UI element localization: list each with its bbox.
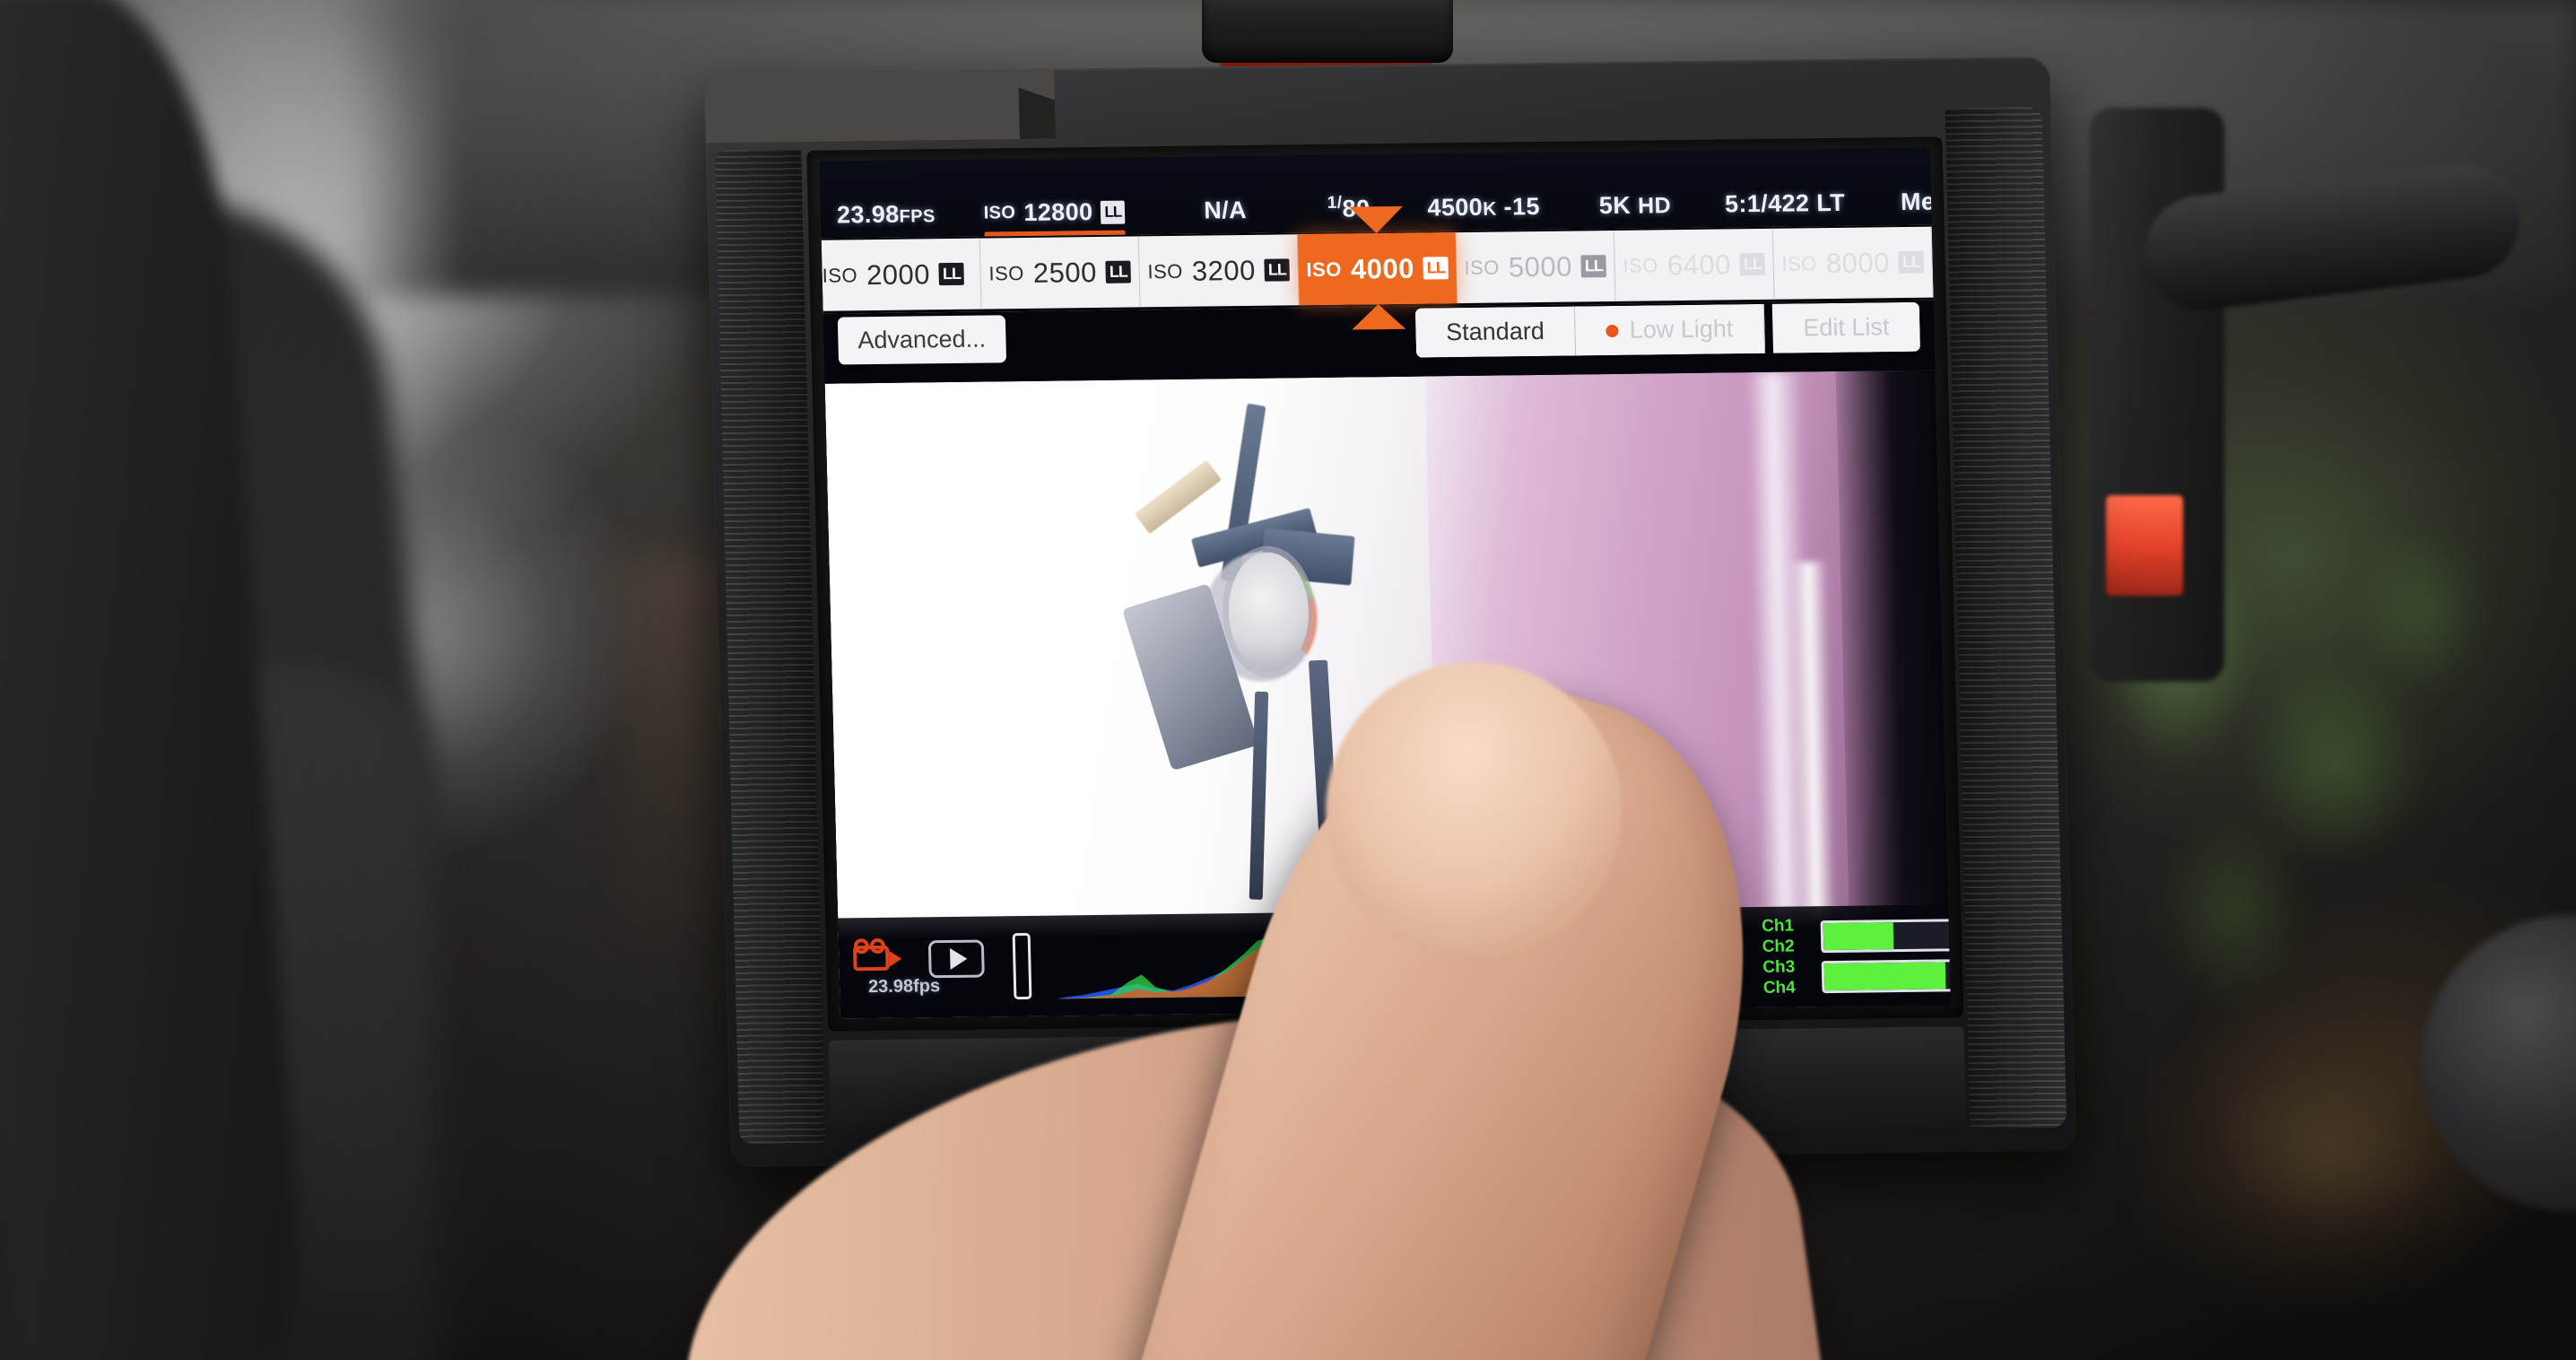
- status-iso-value: 12800: [1023, 198, 1093, 226]
- status-iso-prefix: ISO: [983, 203, 1016, 223]
- iso-option-3200[interactable]: ISO 3200 LL: [1138, 234, 1300, 308]
- iso-option-value: 8000: [1825, 246, 1891, 279]
- iso-option-value: 2000: [866, 257, 931, 291]
- status-fps-value: 23.98: [836, 200, 900, 229]
- playback-button[interactable]: [927, 939, 985, 979]
- edit-list-button[interactable]: Edit List: [1771, 301, 1921, 353]
- iso-option-4000-selected[interactable]: ISO 4000 LL: [1297, 205, 1458, 330]
- channel-label-ch1: Ch1: [1761, 916, 1795, 936]
- iso-option-6400[interactable]: ISO 6400 LL: [1614, 228, 1775, 301]
- audio-meter-ch1-ch2: [1820, 916, 1951, 953]
- rig-clamp-red: [2106, 495, 2183, 596]
- status-resolution-value: 5K: [1598, 191, 1632, 220]
- play-icon: [949, 947, 968, 970]
- audio-meters: [1820, 916, 1951, 993]
- iso-option-value: 5000: [1508, 250, 1573, 283]
- audio-meter-ch3-ch4: [1821, 956, 1951, 993]
- low-light-preset-button[interactable]: Low Light: [1575, 303, 1766, 356]
- iso-option-2500[interactable]: ISO 2500 LL: [979, 236, 1141, 309]
- channel-label-ch2: Ch2: [1762, 937, 1795, 956]
- iso-option-value: 3200: [1191, 254, 1257, 287]
- iso-option-badge: LL: [1739, 252, 1766, 276]
- iso-option-badge: LL: [1423, 257, 1449, 280]
- camera-icon-lens: [889, 950, 902, 967]
- iso-option-badge: LL: [938, 262, 965, 286]
- record-fps-label: 23.98fps: [867, 976, 941, 998]
- iso-option-8000[interactable]: ISO 8000 LL: [1772, 226, 1934, 300]
- iso-option-badge: LL: [1105, 260, 1132, 283]
- iso-option-value: 4000: [1350, 252, 1415, 285]
- status-shutter-frac: 1/: [1327, 193, 1343, 213]
- rig-mount-knob[interactable]: [1202, 0, 1453, 63]
- iso-option-value: 6400: [1667, 248, 1732, 281]
- audio-meter-fill: [1824, 961, 1946, 990]
- iso-option-2000[interactable]: ISO 2000 LL: [821, 238, 982, 311]
- preview-rig-antenna: [1134, 459, 1223, 534]
- audio-channel-labels: Ch1 Ch2 Ch3 Ch4: [1762, 915, 1796, 998]
- iso-picker-strip[interactable]: ISO 2000 LL ISO 2500 LL ISO 3200 LL ISO 4000…: [821, 205, 1934, 330]
- iso-option-prefix: ISO: [988, 261, 1025, 284]
- status-resolution[interactable]: 5K HD: [1598, 191, 1671, 220]
- camera-record-icon: [852, 937, 902, 973]
- iso-option-5000[interactable]: ISO 5000 LL: [1455, 230, 1616, 304]
- iso-option-badge: LL: [1898, 250, 1925, 275]
- status-iso[interactable]: ISO 12800 LL: [983, 198, 1126, 238]
- standard-preset-button[interactable]: Standard: [1414, 306, 1577, 358]
- iso-preset-segmented-control: Standard Low Light Edit List: [1414, 301, 1921, 358]
- status-iso-lowlight-badge: LL: [1101, 200, 1126, 224]
- status-wb-value: 4500: [1427, 193, 1484, 222]
- status-na[interactable]: N/A: [1204, 196, 1247, 225]
- iso-option-badge: LL: [1580, 255, 1607, 278]
- status-resolution-mode: HD: [1637, 193, 1672, 219]
- advanced-button[interactable]: Advanced...: [837, 315, 1006, 365]
- status-tint: -15: [1503, 192, 1541, 221]
- camera-icon-body: [852, 945, 890, 972]
- record-indicator-group: 23.98fps: [852, 932, 940, 1003]
- low-light-active-dot-icon: [1606, 324, 1619, 337]
- status-wb-unit: K: [1482, 198, 1498, 220]
- status-codec[interactable]: 5:1/422 LT: [1725, 189, 1846, 219]
- iso-option-prefix: ISO: [1147, 259, 1184, 283]
- iso-selection-arrow-top-icon: [1348, 205, 1404, 234]
- iso-option-prefix: ISO: [822, 263, 858, 287]
- iso-option-prefix: ISO: [1464, 256, 1501, 279]
- iso-option-badge: LL: [1264, 258, 1291, 282]
- monitor-top-notch: [704, 68, 1057, 144]
- iso-option-prefix: ISO: [1623, 253, 1659, 277]
- standard-preset-label: Standard: [1445, 317, 1545, 346]
- iso-option-value: 2500: [1032, 256, 1098, 289]
- exposure-slider-handle[interactable]: [1012, 932, 1032, 1000]
- status-fps-unit: FPS: [899, 206, 936, 227]
- status-fps: 23.98FPS: [837, 200, 936, 229]
- audio-meter-fill: [1823, 921, 1894, 950]
- channel-label-ch4: Ch4: [1762, 978, 1796, 998]
- iso-option-prefix: ISO: [1306, 257, 1343, 281]
- low-light-preset-label: Low Light: [1629, 315, 1734, 344]
- iso-controls-row: Advanced... Standard Low Light Edit List: [823, 301, 1936, 384]
- status-white-balance[interactable]: 4500K -15: [1427, 193, 1540, 222]
- channel-label-ch3: Ch3: [1762, 957, 1796, 977]
- edit-list-label: Edit List: [1802, 313, 1890, 342]
- iso-option-prefix: ISO: [1781, 251, 1818, 275]
